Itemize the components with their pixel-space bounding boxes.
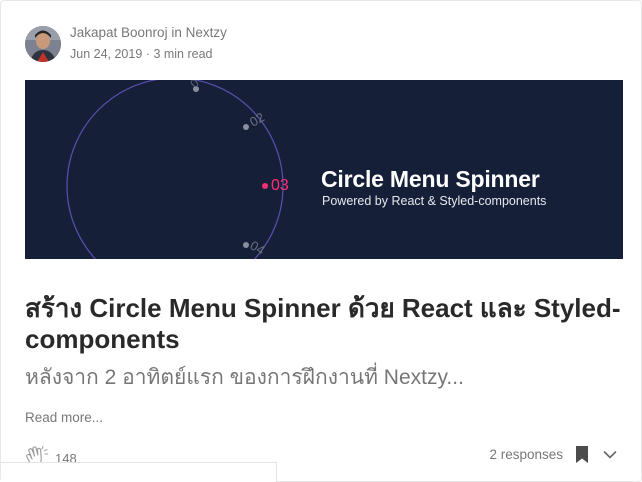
read-time: 3 min read [153,47,213,61]
author-row: Jakapat Boonroj in Nextzy Jun 24, 2019 ·… [25,24,227,63]
hero-image[interactable]: 0 02 03 04 Circle Menu Spinner Powered b… [25,80,623,259]
post-date[interactable]: Jun 24, 2019 [70,47,142,61]
spinner-dot [243,242,249,248]
chevron-down-icon[interactable] [603,450,617,460]
hero-subtitle: Powered by React & Styled-components [322,194,547,208]
post-subtitle[interactable]: หลังจาก 2 อาทิตย์แรก ของการฝึกงานที่ Nex… [25,365,464,391]
post-meta: Jakapat Boonroj in Nextzy Jun 24, 2019 ·… [70,24,227,63]
post-headline[interactable]: สร้าง Circle Menu Spinner ด้วย React และ… [25,293,625,355]
spinner-dot [243,124,249,130]
bookmark-icon[interactable] [575,445,589,464]
read-more-link[interactable]: Read more... [25,410,103,425]
author-name[interactable]: Jakapat Boonroj [70,25,168,40]
avatar[interactable] [25,25,61,62]
menu-item-01: 0 [187,80,202,91]
post-card: Jakapat Boonroj in Nextzy Jun 24, 2019 ·… [0,0,642,482]
spinner-ring [66,80,284,259]
in-label: in [171,25,182,40]
menu-item-02: 02 [247,109,267,129]
post-actions: 2 responses [489,445,617,464]
meta-separator: · [145,47,150,61]
publication-name[interactable]: Nextzy [186,25,227,40]
bottom-overlay [1,462,277,482]
hero-title: Circle Menu Spinner [321,166,540,192]
menu-item-04: 04 [247,238,267,258]
responses-link[interactable]: 2 responses [489,447,563,462]
menu-item-03: 03 [271,177,289,194]
spinner-dot-active [262,183,268,189]
